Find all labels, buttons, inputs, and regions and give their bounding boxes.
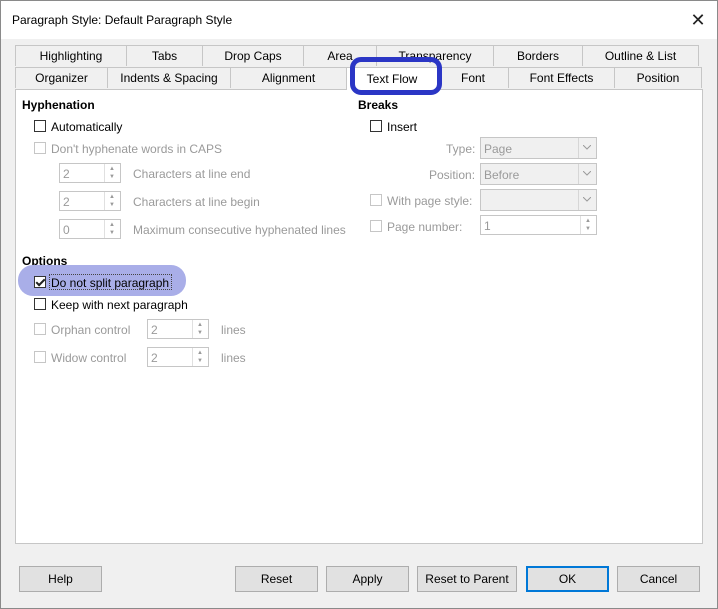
widow-lines-stepper[interactable]: 2 ▲ ▼ [147, 347, 209, 367]
chars-line-begin-value: 2 [63, 195, 70, 209]
tab-transparency[interactable]: Transparency [376, 45, 494, 66]
do-not-split-label: Do not split paragraph [51, 276, 170, 290]
chars-line-end-value: 2 [63, 167, 70, 181]
position-select[interactable]: Before [480, 163, 597, 185]
close-icon[interactable]: ✕ [687, 9, 709, 31]
apply-button[interactable]: Apply [326, 566, 409, 592]
dont-hyphenate-caps-checkbox[interactable] [34, 142, 46, 154]
tab-font[interactable]: Font [437, 67, 509, 88]
position-value: Before [484, 168, 520, 182]
max-consecutive-label: Maximum consecutive hyphenated lines [133, 223, 346, 237]
type-label: Type: [446, 142, 476, 156]
chevron-down-icon[interactable] [578, 190, 596, 210]
tab-drop-caps[interactable]: Drop Caps [202, 45, 304, 66]
breaks-heading: Breaks [358, 98, 399, 112]
spin-arrows-icon[interactable]: ▲ ▼ [104, 192, 120, 210]
widow-control-label: Widow control [51, 351, 127, 365]
type-select[interactable]: Page [480, 137, 597, 159]
tab-area[interactable]: Area [303, 45, 377, 66]
spin-arrows-icon[interactable]: ▲ ▼ [104, 220, 120, 238]
spin-arrows-icon[interactable]: ▲ ▼ [580, 216, 596, 234]
tab-borders[interactable]: Borders [493, 45, 583, 66]
ok-button[interactable]: OK [526, 566, 609, 592]
help-button[interactable]: Help [19, 566, 102, 592]
tab-outline-list[interactable]: Outline & List [582, 45, 699, 66]
max-consecutive-value: 0 [63, 223, 70, 237]
hyphenation-heading: Hyphenation [22, 98, 95, 112]
keep-with-next-label: Keep with next paragraph [51, 298, 188, 312]
tab-tabs[interactable]: Tabs [126, 45, 203, 66]
page-style-select[interactable] [480, 189, 597, 211]
chevron-down-icon[interactable] [578, 164, 596, 184]
spin-arrows-icon[interactable]: ▲ ▼ [104, 164, 120, 182]
position-label: Position: [429, 168, 476, 182]
chevron-down-icon[interactable] [578, 138, 596, 158]
page-number-value: 1 [484, 219, 491, 233]
with-page-style-label: With page style: [387, 194, 473, 208]
with-page-style-checkbox[interactable] [370, 194, 382, 206]
orphan-lines-stepper[interactable]: 2 ▲ ▼ [147, 319, 209, 339]
title-bar: Paragraph Style: Default Paragraph Style… [1, 1, 717, 39]
tab-row-top: Highlighting Tabs Drop Caps Area Transpa… [15, 45, 699, 67]
chars-line-end-label: Characters at line end [133, 167, 251, 181]
chars-line-begin-label: Characters at line begin [133, 195, 260, 209]
page-number-label: Page number: [387, 220, 463, 234]
window-title: Paragraph Style: Default Paragraph Style [12, 13, 233, 27]
tab-position[interactable]: Position [614, 67, 702, 88]
tab-font-effects[interactable]: Font Effects [508, 67, 615, 88]
cancel-button[interactable]: Cancel [617, 566, 700, 592]
tab-row-bottom: Organizer Indents & Spacing Alignment Te… [15, 67, 702, 90]
max-consecutive-stepper[interactable]: 0 ▲ ▼ [59, 219, 121, 239]
do-not-split-checkbox[interactable] [34, 276, 46, 288]
tab-text-flow[interactable]: Text Flow [346, 67, 438, 90]
orphan-lines-unit: lines [221, 323, 246, 337]
spin-arrows-icon[interactable]: ▲ ▼ [192, 320, 208, 338]
chars-line-end-stepper[interactable]: 2 ▲ ▼ [59, 163, 121, 183]
tab-alignment[interactable]: Alignment [230, 67, 347, 88]
page-number-checkbox[interactable] [370, 220, 382, 232]
automatically-label: Automatically [51, 120, 123, 134]
insert-checkbox[interactable] [370, 120, 382, 132]
orphan-lines-value: 2 [151, 323, 158, 337]
widow-lines-unit: lines [221, 351, 246, 365]
insert-label: Insert [387, 120, 418, 134]
tab-page-panel [15, 89, 703, 544]
spin-arrows-icon[interactable]: ▲ ▼ [192, 348, 208, 366]
tab-indents-spacing[interactable]: Indents & Spacing [107, 67, 231, 88]
widow-lines-value: 2 [151, 351, 158, 365]
tab-highlighting[interactable]: Highlighting [15, 45, 127, 66]
dont-hyphenate-caps-label: Don't hyphenate words in CAPS [51, 142, 223, 156]
reset-to-parent-button[interactable]: Reset to Parent [417, 566, 517, 592]
dialog-window: Paragraph Style: Default Paragraph Style… [0, 0, 718, 609]
chars-line-begin-stepper[interactable]: 2 ▲ ▼ [59, 191, 121, 211]
orphan-control-label: Orphan control [51, 323, 131, 337]
tab-organizer[interactable]: Organizer [15, 67, 108, 88]
keep-with-next-checkbox[interactable] [34, 298, 46, 310]
automatically-checkbox[interactable] [34, 120, 46, 132]
reset-button[interactable]: Reset [235, 566, 318, 592]
orphan-control-checkbox[interactable] [34, 323, 46, 335]
type-value: Page [484, 142, 513, 156]
page-number-stepper[interactable]: 1 ▲ ▼ [480, 215, 597, 235]
widow-control-checkbox[interactable] [34, 351, 46, 363]
